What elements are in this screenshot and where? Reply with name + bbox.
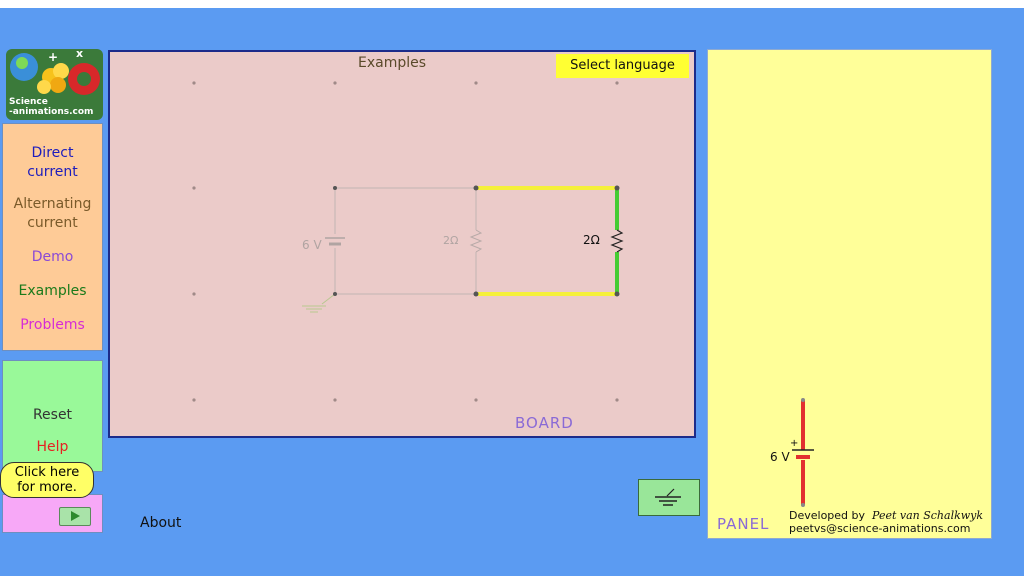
nav-alternating-current-line1: Alternating: [13, 196, 92, 212]
component-panel: 6 V + PANEL Developed by Peet van Schalk…: [707, 49, 992, 539]
nav-direct-current[interactable]: Direct current: [3, 144, 102, 182]
play-icon: [71, 511, 80, 521]
faded-battery[interactable]: [325, 237, 345, 246]
play-button[interactable]: [59, 507, 91, 526]
logo-line-1: Science: [9, 97, 48, 107]
examples-button[interactable]: Examples: [358, 55, 426, 71]
faded-resistor-label: 2Ω: [443, 234, 458, 247]
grid-dots: [192, 81, 619, 402]
side-nav: Direct current Alternating current Demo …: [2, 123, 103, 351]
active-resistor-zigzag: [610, 229, 624, 253]
about-link[interactable]: About: [140, 515, 181, 531]
logo-line-2: -animations.com: [9, 107, 94, 117]
faded-battery-label: 6 V: [302, 238, 322, 252]
circuit-canvas[interactable]: 6 V 2Ω 2Ω: [110, 52, 694, 436]
panel-battery-icon[interactable]: [708, 50, 991, 538]
author-name: Peet van Schalkwyk: [872, 509, 984, 522]
nav-demo[interactable]: Demo: [3, 248, 102, 267]
nav-direct-current-line2: current: [27, 164, 78, 180]
bubble-line-2: for more.: [17, 480, 77, 495]
svg-text:x: x: [76, 49, 83, 60]
nav-problems[interactable]: Problems: [3, 316, 102, 335]
more-info-box: [2, 494, 103, 533]
nav-examples[interactable]: Examples: [3, 282, 102, 301]
developed-by-text: Developed by: [789, 509, 866, 522]
active-resistor-label: 2Ω: [583, 233, 600, 247]
select-language-button[interactable]: Select language: [556, 54, 689, 78]
nav-alternating-current-line2: current: [27, 215, 78, 231]
ground-icon: [655, 488, 681, 506]
developer-email[interactable]: peetvs@science-animations.com: [789, 522, 983, 535]
reset-button[interactable]: Reset: [3, 407, 102, 423]
panel-battery-label: 6 V: [770, 450, 790, 464]
board-label: BOARD: [515, 414, 574, 432]
faded-ground-icon: [302, 293, 336, 313]
svg-text:+: +: [48, 50, 58, 64]
panel-label: PANEL: [717, 515, 770, 533]
control-panel: Reset Help: [2, 360, 103, 472]
faded-resistor[interactable]: [469, 229, 483, 253]
logo-text: Science -animations.com: [9, 97, 93, 117]
nav-direct-current-line1: Direct: [31, 145, 74, 161]
battery-plus-sign: +: [790, 438, 799, 449]
circuit-board[interactable]: 6 V 2Ω 2Ω Examples Select language BOARD: [108, 50, 696, 438]
click-here-bubble[interactable]: Click here for more.: [0, 462, 94, 498]
top-bar: [0, 0, 1024, 8]
developer-credit: Developed by Peet van Schalkwyk peetvs@s…: [789, 509, 983, 535]
bubble-line-1: Click here: [14, 465, 80, 480]
help-button[interactable]: Help: [3, 439, 102, 455]
ground-tool-button[interactable]: [638, 479, 700, 516]
science-animations-logo[interactable]: + x Science -animations.com: [6, 49, 103, 120]
nav-alternating-current[interactable]: Alternating current: [3, 195, 102, 233]
